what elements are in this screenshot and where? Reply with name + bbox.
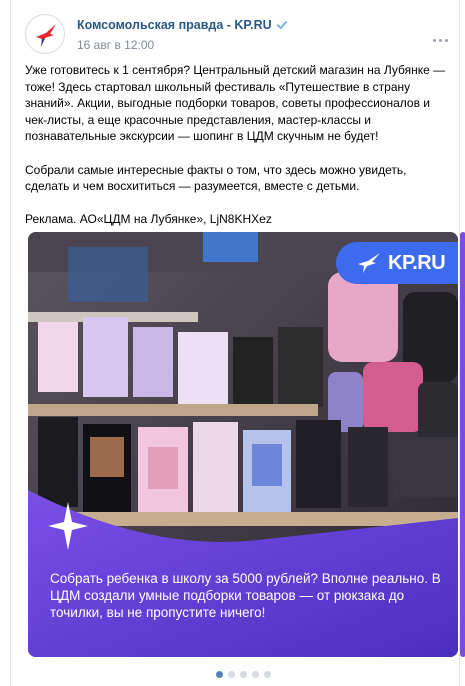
post-image[interactable]: KP.RU Собрать ребенка в школу за 5000 ру… bbox=[28, 232, 458, 657]
next-slide-peek[interactable] bbox=[460, 232, 465, 657]
post-paragraph-1: Уже готовитесь к 1 сентября? Центральный… bbox=[25, 63, 446, 144]
post-text: Уже готовитесь к 1 сентября? Центральный… bbox=[25, 62, 453, 228]
post-date[interactable]: 16 авг в 12:00 bbox=[77, 38, 154, 52]
post-paragraph-3: Реклама. АО«ЦДМ на Лубянке», LjN8KHXez bbox=[25, 212, 272, 227]
carousel-dot[interactable] bbox=[216, 670, 223, 678]
carousel-dot[interactable] bbox=[264, 670, 271, 678]
kp-logo-text: KP.RU bbox=[388, 251, 446, 274]
more-options-icon[interactable] bbox=[431, 34, 451, 48]
image-caption: Собрать ребенка в школу за 5000 рублей? … bbox=[50, 571, 441, 620]
carousel-dot[interactable] bbox=[228, 670, 235, 678]
carousel-dot[interactable] bbox=[240, 670, 247, 678]
author-name-text[interactable]: Комсомольская правда - KP.RU bbox=[77, 18, 272, 32]
carousel-dot[interactable] bbox=[252, 670, 259, 678]
kp-logo-badge: KP.RU bbox=[336, 242, 458, 284]
author-avatar[interactable] bbox=[25, 14, 65, 54]
kp-bird-logo-icon bbox=[358, 253, 380, 273]
verified-check-icon bbox=[276, 21, 287, 29]
post-paragraph-2: Собрали самые интересные факты о том, чт… bbox=[25, 162, 407, 194]
post-card: Комсомольская правда - KP.RU 16 авг в 12… bbox=[10, 0, 465, 686]
author-name[interactable]: Комсомольская правда - KP.RU bbox=[77, 18, 288, 32]
post-header: Комсомольская правда - KP.RU 16 авг в 12… bbox=[25, 14, 425, 56]
carousel-pagination bbox=[216, 669, 271, 679]
kp-bird-icon bbox=[36, 24, 56, 47]
